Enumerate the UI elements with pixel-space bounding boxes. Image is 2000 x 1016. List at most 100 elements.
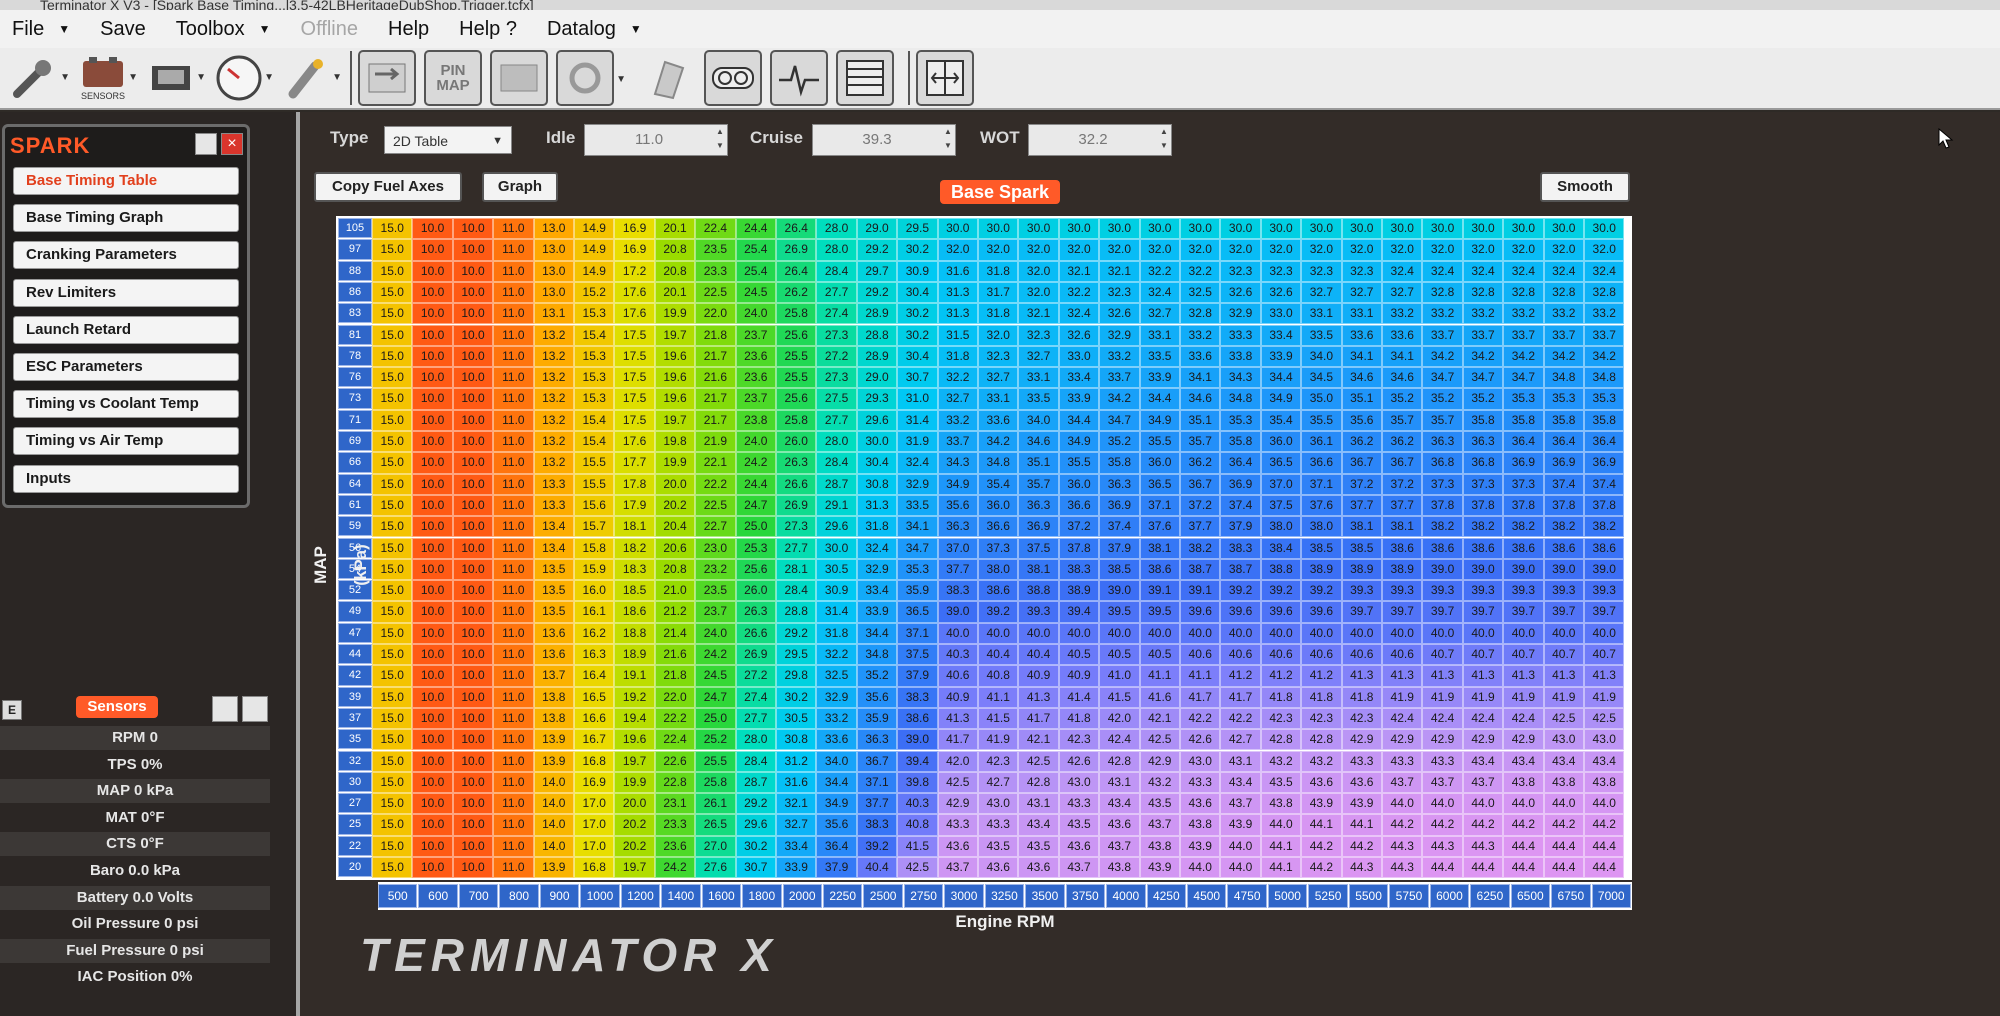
- table-cell[interactable]: 39.0: [1422, 558, 1463, 581]
- map-axis-cell[interactable]: 73: [338, 388, 372, 409]
- table-cell[interactable]: 34.9: [1139, 409, 1180, 431]
- table-cell[interactable]: 33.7: [1099, 367, 1140, 389]
- table-cell[interactable]: 40.7: [1584, 644, 1625, 666]
- table-cell[interactable]: 27.2: [735, 665, 776, 687]
- table-cell[interactable]: 35.4: [1260, 409, 1302, 431]
- table-cell[interactable]: 25.4: [735, 239, 776, 261]
- table-cell[interactable]: 36.4: [1503, 431, 1544, 453]
- table-cell[interactable]: 24.0: [735, 431, 776, 453]
- table-cell[interactable]: 35.7: [1382, 409, 1423, 431]
- table-cell[interactable]: 41.9: [1462, 686, 1504, 708]
- table-cell[interactable]: 29.2: [856, 239, 898, 261]
- table-cell[interactable]: 28.1: [776, 558, 817, 581]
- table-cell[interactable]: 33.9: [1058, 388, 1100, 410]
- table-cell[interactable]: 23.2: [695, 558, 736, 581]
- table-cell[interactable]: 36.7: [856, 750, 898, 772]
- table-cell[interactable]: 20.8: [654, 558, 696, 581]
- table-cell[interactable]: 39.7: [1422, 601, 1463, 623]
- table-cell[interactable]: 11.0: [493, 771, 534, 794]
- table-cell[interactable]: 42.0: [937, 750, 978, 772]
- table-cell[interactable]: 15.0: [372, 388, 413, 410]
- table-cell[interactable]: 22.2: [654, 707, 696, 730]
- table-cell[interactable]: 13.4: [533, 516, 574, 538]
- table-cell[interactable]: 37.7: [1341, 494, 1382, 517]
- table-cell[interactable]: 34.2: [1584, 345, 1625, 368]
- table-cell[interactable]: 38.6: [1422, 537, 1463, 559]
- table-cell[interactable]: 43.1: [1099, 771, 1140, 794]
- table-cell[interactable]: 44.4: [1543, 835, 1584, 857]
- table-cell[interactable]: 41.8: [1058, 707, 1100, 730]
- table-cell[interactable]: 37.1: [856, 771, 898, 794]
- table-cell[interactable]: 19.9: [614, 771, 655, 794]
- table-cell[interactable]: 35.5: [1301, 409, 1342, 431]
- table-cell[interactable]: 37.2: [1058, 516, 1100, 538]
- table-cell[interactable]: 36.8: [1422, 452, 1463, 474]
- rpm-axis-cell[interactable]: 5750: [1389, 884, 1429, 908]
- table-cell[interactable]: 32.1: [776, 793, 817, 815]
- table-cell[interactable]: 32.8: [1543, 281, 1584, 304]
- table-cell[interactable]: 43.4: [1018, 814, 1059, 836]
- table-cell[interactable]: 31.8: [937, 345, 978, 368]
- table-cell[interactable]: 11.0: [493, 793, 534, 815]
- table-cell[interactable]: 17.5: [614, 409, 655, 431]
- table-cell[interactable]: 10.0: [452, 644, 494, 666]
- table-cell[interactable]: 16.2: [574, 622, 615, 644]
- table-cell[interactable]: 32.0: [978, 239, 1019, 261]
- table-cell[interactable]: 11.0: [493, 580, 534, 602]
- table-cell[interactable]: 10.0: [412, 558, 453, 581]
- table-cell[interactable]: 22.5: [695, 281, 736, 304]
- table-cell[interactable]: 43.4: [1462, 750, 1504, 772]
- table-cell[interactable]: 25.2: [695, 729, 736, 751]
- spark-panel-minimize-button[interactable]: [195, 133, 217, 155]
- table-cell[interactable]: 33.7: [1543, 324, 1584, 346]
- table-cell[interactable]: 35.6: [937, 494, 978, 517]
- table-cell[interactable]: 41.6: [1139, 686, 1180, 708]
- table-cell[interactable]: 40.3: [897, 793, 938, 815]
- table-cell[interactable]: 30.0: [1341, 218, 1382, 240]
- table-cell[interactable]: 40.7: [1422, 644, 1463, 666]
- map-axis-cell[interactable]: 86: [338, 281, 372, 303]
- map-axis-cell[interactable]: 69: [338, 431, 372, 452]
- spark-menu-item[interactable]: Rev Limiters: [13, 278, 239, 307]
- table-cell[interactable]: 19.7: [614, 857, 655, 879]
- table-cell[interactable]: 33.4: [776, 835, 817, 857]
- table-cell[interactable]: 31.8: [816, 622, 857, 644]
- table-cell[interactable]: 32.7: [978, 367, 1019, 389]
- table-cell[interactable]: 40.0: [1018, 622, 1059, 644]
- table-cell[interactable]: 34.8: [1220, 388, 1261, 410]
- table-cell[interactable]: 40.0: [1139, 622, 1180, 644]
- table-cell[interactable]: 32.4: [1462, 260, 1504, 282]
- table-cell[interactable]: 26.9: [735, 644, 776, 666]
- table-cell[interactable]: 33.0: [1058, 345, 1100, 368]
- table-cell[interactable]: 30.0: [1503, 218, 1544, 240]
- table-cell[interactable]: 16.8: [574, 857, 615, 879]
- table-cell[interactable]: 30.2: [735, 835, 776, 857]
- table-cell[interactable]: 33.5: [1018, 388, 1059, 410]
- table-cell[interactable]: 34.0: [1018, 409, 1059, 431]
- table-cell[interactable]: 25.5: [695, 750, 736, 772]
- table-cell[interactable]: 43.8: [1503, 771, 1544, 794]
- table-cell[interactable]: 10.0: [452, 750, 494, 772]
- table-cell[interactable]: 30.0: [816, 537, 857, 559]
- table-cell[interactable]: 22.0: [654, 686, 696, 708]
- table-cell[interactable]: 14.0: [533, 793, 574, 815]
- table-cell[interactable]: 26.3: [735, 601, 776, 623]
- table-cell[interactable]: 27.7: [776, 537, 817, 559]
- table-cell[interactable]: 44.1: [1301, 814, 1342, 836]
- table-cell[interactable]: 11.0: [493, 814, 534, 836]
- table-cell[interactable]: 34.1: [897, 516, 938, 538]
- table-cell[interactable]: 17.5: [614, 367, 655, 389]
- table-cell[interactable]: 44.2: [1584, 814, 1625, 836]
- table-cell[interactable]: 42.4: [1099, 729, 1140, 751]
- map-axis-cell[interactable]: 49: [338, 601, 372, 622]
- table-cell[interactable]: 34.4: [816, 771, 857, 794]
- table-cell[interactable]: 30.0: [1584, 218, 1625, 240]
- table-cell[interactable]: 30.0: [856, 431, 898, 453]
- table-cell[interactable]: 35.3: [1543, 388, 1584, 410]
- table-cell[interactable]: 10.0: [452, 494, 494, 517]
- table-cell[interactable]: 39.8: [897, 771, 938, 794]
- table-cell[interactable]: 41.5: [978, 707, 1019, 730]
- table-cell[interactable]: 10.0: [452, 260, 494, 282]
- table-cell[interactable]: 43.7: [1382, 771, 1423, 794]
- table-cell[interactable]: 21.8: [695, 324, 736, 346]
